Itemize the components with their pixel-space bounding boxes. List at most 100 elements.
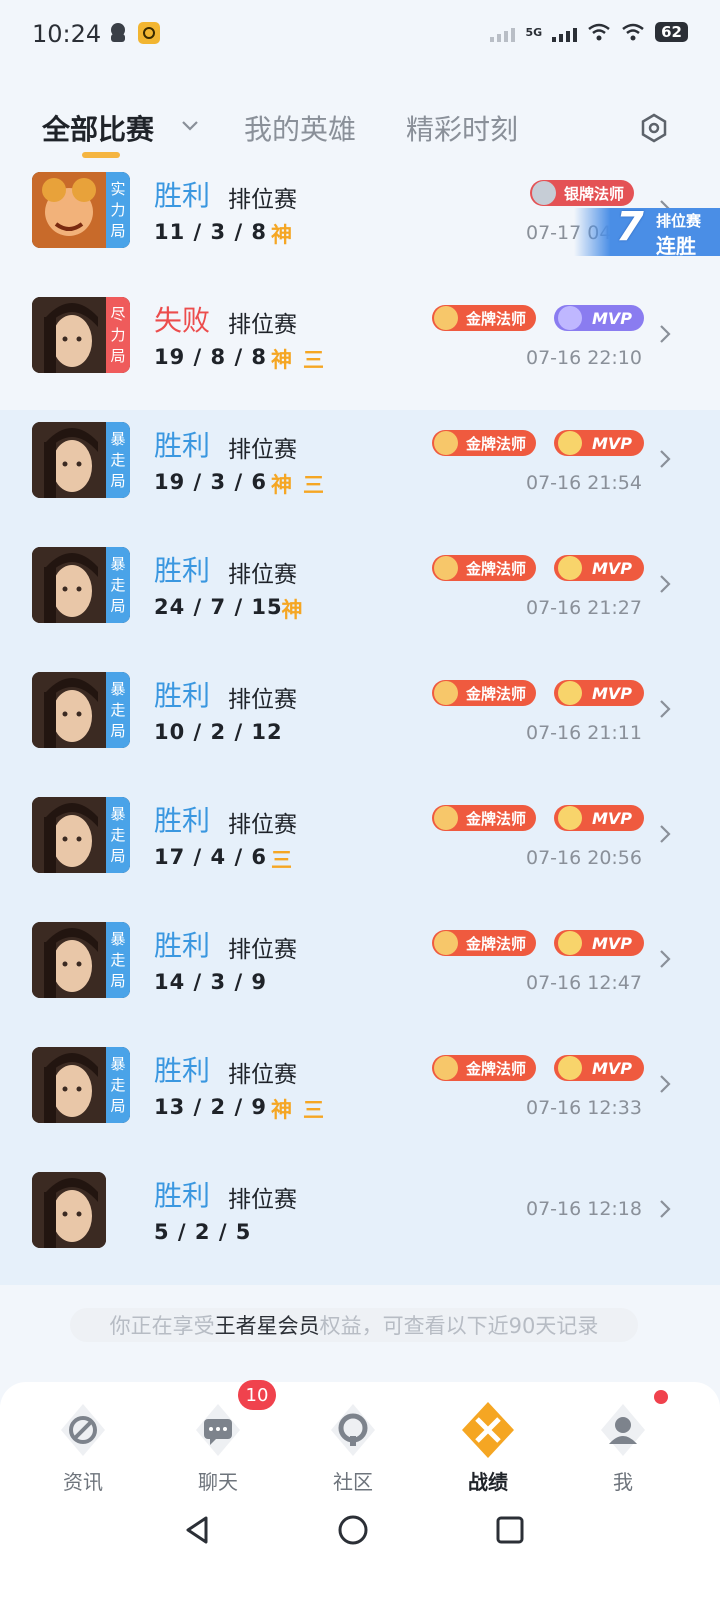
match-kda: 17 / 4 / 6 (154, 845, 268, 869)
nav-news-label: 资讯 (63, 1470, 103, 1494)
rank-badge-label: 金牌法师 (466, 809, 527, 828)
match-tag: 暴走局 (106, 547, 130, 623)
nav-profile-label: 我 (613, 1470, 633, 1494)
triple-kill-mark: 三 (271, 848, 292, 872)
active-tab-indicator (82, 152, 120, 158)
medal-icon (434, 1056, 458, 1080)
chevron-right-icon[interactable] (658, 1198, 672, 1220)
match-row[interactable]: 暴走局胜利 排位赛 14 / 3 / 9 金牌法师 MVP 07-16 12:47 (0, 910, 720, 1035)
nav-chat[interactable]: 聊天 (158, 1400, 278, 1500)
match-tag-char: 力 (110, 200, 126, 219)
tab-all-matches[interactable]: 全部比赛 (42, 108, 154, 148)
match-datetime: 07-16 22:10 (525, 347, 642, 369)
tab-my-heroes[interactable]: 我的英雄 (244, 108, 356, 148)
medal-icon (434, 681, 458, 705)
rank-badge: 金牌法师 (432, 805, 537, 831)
settings-icon[interactable] (638, 112, 670, 144)
chevron-right-icon[interactable] (658, 573, 672, 595)
match-tag: 实力局 (106, 172, 130, 248)
community-icon (331, 1404, 375, 1456)
hero-portrait-icon (32, 297, 106, 373)
home-icon[interactable] (331, 1508, 375, 1552)
match-type: 排位赛 (228, 1062, 297, 1088)
chevron-right-icon[interactable] (658, 948, 672, 970)
hero-portrait-icon (32, 922, 106, 998)
mvp-label: MVP (592, 433, 633, 453)
match-tag-char: 局 (110, 596, 126, 615)
match-kda: 24 / 7 / 15 (154, 595, 283, 619)
hero-avatar: 暴走局 (32, 1047, 130, 1123)
back-icon[interactable] (176, 1508, 220, 1552)
match-result: 胜利 (154, 804, 211, 837)
match-row[interactable]: 暴走局胜利 排位赛 19 / 3 / 6 神三金牌法师 MVP 07-16 21:54 (0, 410, 720, 535)
match-row[interactable]: 胜利 排位赛 5 / 2 / 5 07-16 12:18 (0, 1160, 720, 1285)
rank-badge: 银牌法师 (530, 180, 635, 206)
tab-highlights[interactable]: 精彩时刻 (406, 108, 518, 148)
medal-icon (434, 306, 458, 330)
nav-battle-record[interactable]: 战绩 (428, 1400, 548, 1500)
rank-badge-label: 金牌法师 (466, 309, 527, 328)
mvp-badge: MVP (554, 1055, 645, 1081)
signal-icon (552, 22, 578, 42)
match-list: 实力局胜利排位赛11 / 3 / 8神银牌法师07-17 04:02尽力局失败排… (0, 160, 720, 1285)
mvp-badge: MVP (554, 430, 645, 456)
nav-profile[interactable]: 我 (563, 1400, 683, 1500)
rank-badge-label: 金牌法师 (466, 434, 527, 453)
hero-avatar: 暴走局 (32, 672, 130, 748)
chevron-right-icon[interactable] (658, 698, 672, 720)
medal-icon (532, 181, 556, 205)
trophy-icon (558, 1056, 582, 1080)
match-tag-char: 尽 (110, 304, 126, 323)
hero-portrait-icon (32, 1047, 106, 1123)
match-row[interactable]: 暴走局胜利 排位赛 24 / 7 / 15 神金牌法师 MVP 07-16 21:27 (0, 535, 720, 660)
match-tag-char: 走 (110, 450, 126, 469)
hero-portrait-icon (32, 1172, 106, 1248)
nav-news[interactable]: 资讯 (23, 1400, 143, 1500)
match-result: 胜利 (154, 179, 211, 212)
notice-highlight[interactable]: 王者星会员 (215, 1310, 320, 1340)
hero-avatar (32, 1172, 106, 1248)
match-type: 排位赛 (228, 937, 297, 963)
match-tag-char: 局 (110, 846, 126, 865)
godlike-mark: 神 (271, 1098, 292, 1122)
match-row[interactable]: 暴走局胜利 排位赛 13 / 2 / 9 神三金牌法师 MVP 07-16 12:33 (0, 1035, 720, 1160)
match-tag: 尽力局 (106, 297, 130, 373)
recents-icon[interactable] (488, 1508, 532, 1552)
membership-notice: 你正在享受 王者星会员 权益，可查看以下近90天记录 (70, 1308, 638, 1342)
match-tag-char: 走 (110, 950, 126, 969)
trophy-icon (558, 681, 582, 705)
match-type: 排位赛 (228, 687, 297, 713)
mvp-badge: MVP (554, 555, 645, 581)
chat-unread-badge: 10 (238, 1380, 276, 1410)
chevron-right-icon[interactable] (658, 823, 672, 845)
nav-battle-record-label: 战绩 (468, 1470, 508, 1494)
match-tag-char: 暴 (110, 429, 126, 448)
match-tag-char: 力 (110, 325, 126, 344)
match-tag-char: 暴 (110, 679, 126, 698)
chevron-down-icon[interactable] (180, 116, 200, 136)
trophy-icon (558, 806, 582, 830)
rank-badge-label: 金牌法师 (466, 559, 527, 578)
nav-community-label: 社区 (333, 1470, 373, 1494)
godlike-mark: 神 (271, 473, 292, 497)
match-row[interactable]: 尽力局失败 排位赛 19 / 8 / 8 神三金牌法师 MVP 07-16 22:10 (0, 285, 720, 410)
mvp-label: MVP (592, 683, 633, 703)
match-datetime: 07-16 12:47 (525, 972, 642, 994)
match-result: 胜利 (154, 429, 211, 462)
match-tag-char: 暴 (110, 804, 126, 823)
chevron-right-icon[interactable] (658, 448, 672, 470)
match-kda: 19 / 3 / 6 (154, 470, 268, 494)
match-result: 胜利 (154, 554, 211, 587)
notice-prefix: 你正在享受 (109, 1314, 215, 1338)
match-row[interactable]: 暴走局胜利 排位赛 17 / 4 / 6 三金牌法师 MVP 07-16 20:56 (0, 785, 720, 910)
trophy-icon (558, 931, 582, 955)
match-row[interactable]: 暴走局胜利 排位赛 10 / 2 / 12 金牌法师 MVP 07-16 21:11 (0, 660, 720, 785)
hero-portrait-icon (32, 422, 106, 498)
nav-community[interactable]: 社区 (293, 1400, 413, 1500)
profile-icon (601, 1404, 645, 1456)
match-type: 排位赛 (228, 187, 297, 213)
hero-portrait-icon (32, 172, 106, 248)
chevron-right-icon[interactable] (658, 1073, 672, 1095)
chevron-right-icon[interactable] (658, 323, 672, 345)
match-result: 失败 (154, 304, 211, 337)
